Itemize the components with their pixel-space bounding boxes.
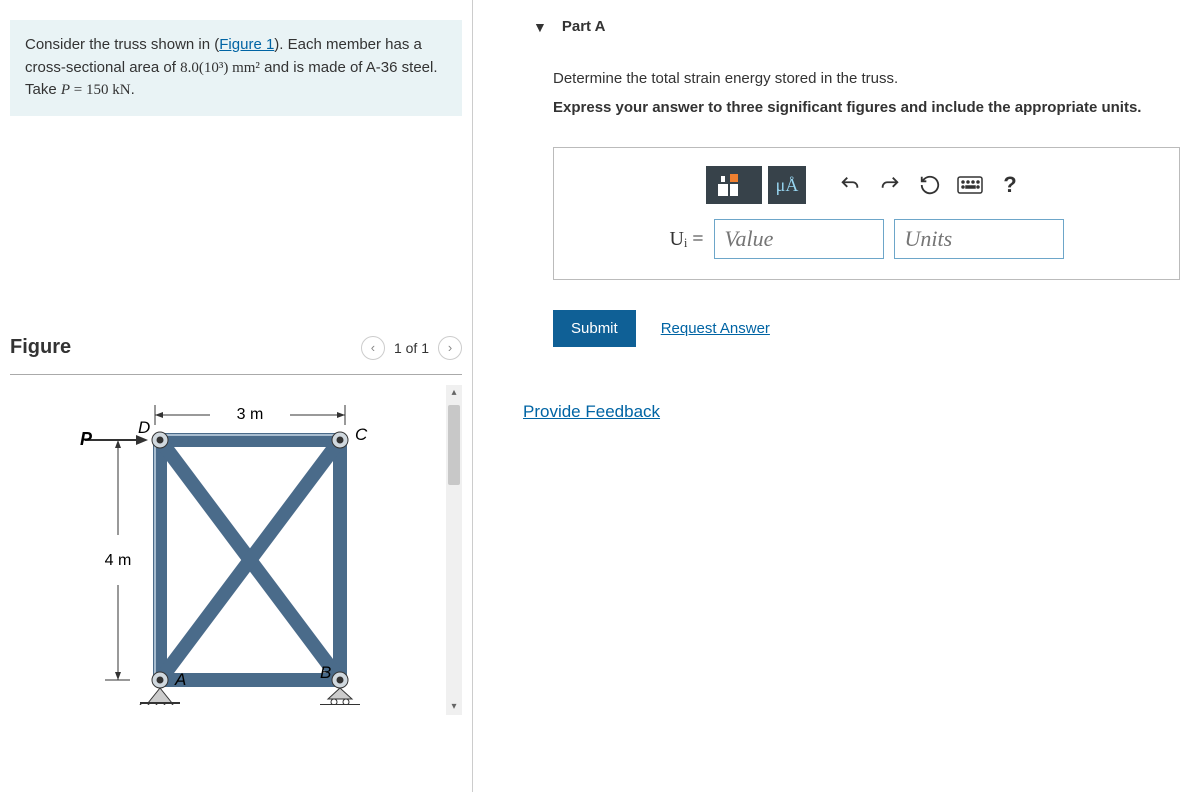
figure-panel: Figure ‹ 1 of 1 › 3 m	[0, 336, 472, 715]
figure-scrollbar[interactable]: ▴ ▾	[446, 385, 462, 715]
dim-3m: 3 m	[237, 406, 264, 423]
figure-heading: Figure	[10, 336, 71, 359]
p-value: = 150 kN	[70, 82, 131, 98]
templates-button[interactable]	[706, 166, 762, 204]
part-header[interactable]: ▼ Part A	[493, 0, 1180, 45]
label-B: B	[320, 663, 331, 682]
collapse-icon: ▼	[533, 19, 547, 35]
problem-text-4: .	[131, 81, 135, 98]
figure-link[interactable]: Figure 1	[219, 36, 274, 53]
figure-image: 3 m 4 m P	[10, 385, 462, 715]
question-prompt: Determine the total strain energy stored…	[553, 65, 1180, 94]
figure-prev-button[interactable]: ‹	[361, 336, 385, 360]
redo-button[interactable]	[873, 168, 907, 202]
p-symbol: P	[61, 82, 70, 98]
answer-instruction: Express your answer to three significant…	[553, 94, 1180, 123]
scroll-up-icon[interactable]: ▴	[446, 385, 462, 401]
answer-symbol: Uᵢ =	[670, 228, 704, 251]
value-input[interactable]	[714, 219, 884, 259]
reset-button[interactable]	[913, 168, 947, 202]
label-D: D	[138, 418, 150, 437]
dim-4m: 4 m	[105, 552, 132, 569]
units-button[interactable]: μÅ	[768, 166, 806, 204]
problem-text-1: Consider the truss shown in (	[25, 36, 219, 53]
scroll-thumb[interactable]	[448, 405, 460, 485]
submit-button[interactable]: Submit	[553, 310, 636, 347]
figure-pager: 1 of 1	[394, 340, 429, 356]
problem-statement: Consider the truss shown in (Figure 1). …	[10, 20, 462, 116]
help-button[interactable]: ?	[993, 168, 1027, 202]
keyboard-button[interactable]	[953, 168, 987, 202]
undo-button[interactable]	[833, 168, 867, 202]
label-C: C	[355, 425, 368, 444]
provide-feedback-link[interactable]: Provide Feedback	[523, 402, 660, 421]
units-input[interactable]	[894, 219, 1064, 259]
label-P: P	[80, 429, 93, 449]
answer-box: μÅ ? Uᵢ =	[553, 147, 1180, 280]
part-title: Part A	[562, 18, 606, 35]
area-value: 8.0(10³) mm²	[180, 60, 260, 76]
scroll-down-icon[interactable]: ▾	[446, 699, 462, 715]
request-answer-link[interactable]: Request Answer	[661, 320, 770, 337]
label-A: A	[174, 670, 186, 689]
figure-next-button[interactable]: ›	[438, 336, 462, 360]
